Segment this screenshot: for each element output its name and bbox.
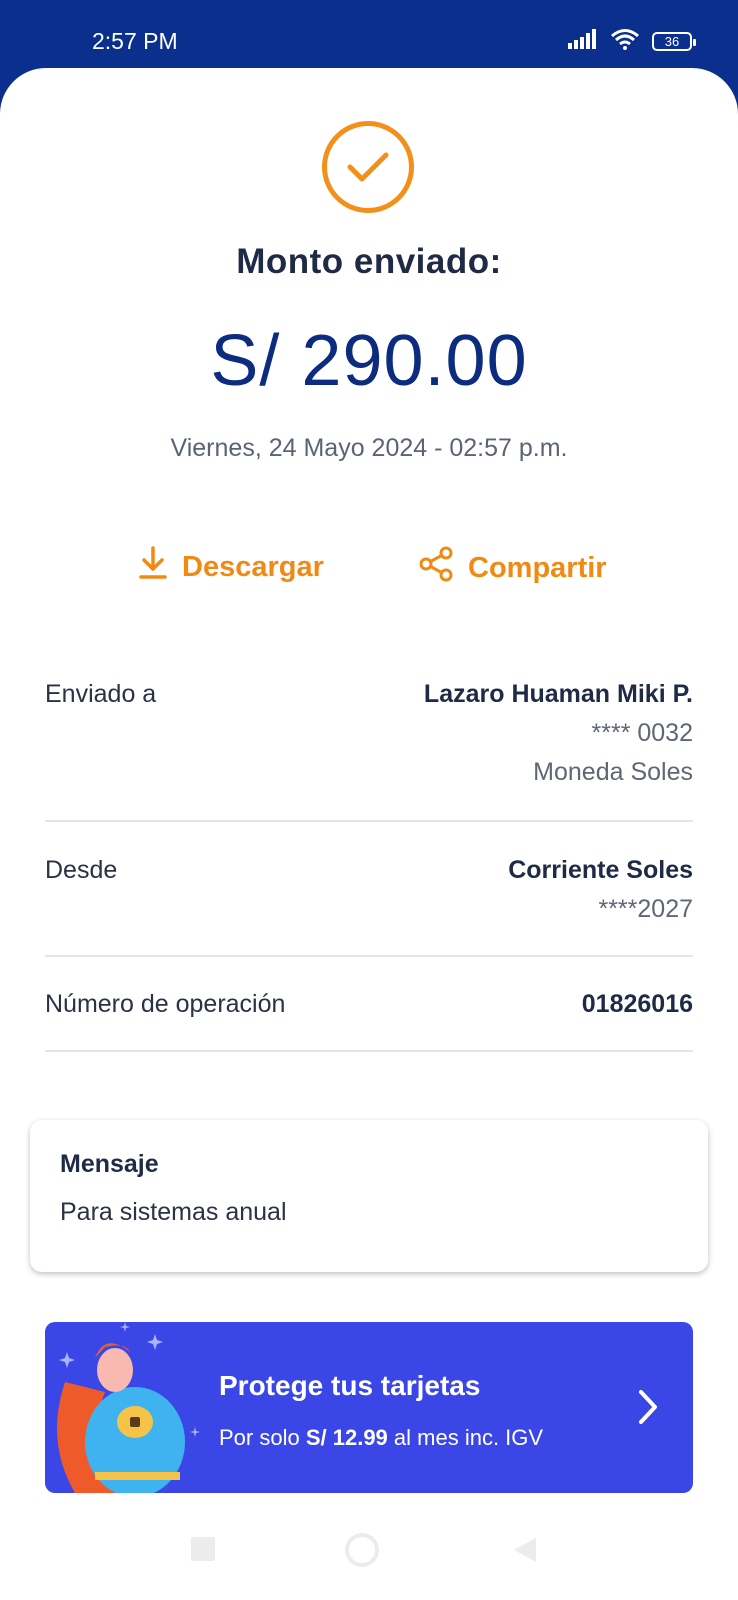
recipient-currency: Moneda Soles [533, 758, 693, 786]
from-label: Desde [45, 856, 118, 884]
recent-apps-button[interactable] [190, 1536, 216, 1567]
sent-to-values: Lazaro Huaman Miki P. **** 0032 Moneda S… [424, 680, 693, 787]
superhero-illustration [57, 1322, 200, 1493]
recipient-account: **** 0032 [591, 719, 693, 747]
divider [45, 820, 693, 822]
message-title: Mensaje [60, 1150, 159, 1178]
download-button[interactable]: Descargar [138, 546, 324, 588]
sent-to-label: Enviado a [45, 680, 157, 708]
sent-to-row: Enviado a Lazaro Huaman Miki P. **** 003… [45, 680, 693, 800]
wifi-icon [610, 28, 640, 55]
source-account-type: Corriente Soles [508, 856, 693, 884]
message-card: Mensaje Para sistemas anual [30, 1120, 708, 1272]
download-icon [138, 546, 168, 588]
battery-level: 36 [664, 34, 680, 49]
promo-sub-prefix: Por solo [219, 1425, 300, 1450]
promo-subtitle: Por solo S/ 12.99 al mes inc. IGV [219, 1425, 543, 1451]
sent-amount: S/ 290.00 [210, 321, 528, 401]
status-time: 2:57 PM [92, 28, 178, 54]
battery-icon: 36 [652, 32, 696, 51]
operation-values: 01826016 [582, 990, 693, 1019]
transaction-date: Viernes, 24 Mayo 2024 - 02:57 p.m. [170, 434, 568, 462]
success-check-icon [322, 121, 414, 213]
promo-sub-suffix: al mes inc. IGV [393, 1425, 544, 1450]
share-icon [418, 546, 454, 590]
protect-cards-banner[interactable]: Protege tus tarjetas Por solo S/ 12.99 a… [45, 1322, 693, 1493]
back-button[interactable] [512, 1536, 538, 1569]
home-button[interactable] [344, 1532, 380, 1573]
operation-number: 01826016 [581, 990, 693, 1018]
download-label: Descargar [182, 550, 324, 583]
promo-price: S/ 12.99 [305, 1425, 388, 1450]
divider [45, 1050, 693, 1052]
receipt-actions: Descargar Compartir [0, 546, 738, 596]
message-text: Para sistemas anual [60, 1198, 287, 1226]
receipt-title: Monto enviado: [236, 242, 502, 281]
receipt-sheet: Monto enviado: S/ 290.00 Viernes, 24 May… [0, 68, 738, 1600]
signal-icon [568, 29, 598, 54]
chevron-right-icon [637, 1388, 659, 1431]
status-icons: 36 [568, 28, 696, 55]
share-button[interactable]: Compartir [418, 546, 607, 590]
recipient-name: Lazaro Huaman Miki P. [423, 680, 693, 708]
from-row: Desde Corriente Soles ****2027 [45, 856, 693, 936]
operation-row: Número de operación 01826016 [45, 990, 693, 1030]
share-label: Compartir [468, 551, 607, 584]
promo-title: Protege tus tarjetas [219, 1370, 481, 1401]
system-nav-bar [0, 1506, 738, 1600]
from-values: Corriente Soles ****2027 [508, 856, 693, 924]
source-account: ****2027 [598, 895, 693, 923]
operation-label: Número de operación [45, 990, 286, 1018]
divider [45, 955, 693, 957]
